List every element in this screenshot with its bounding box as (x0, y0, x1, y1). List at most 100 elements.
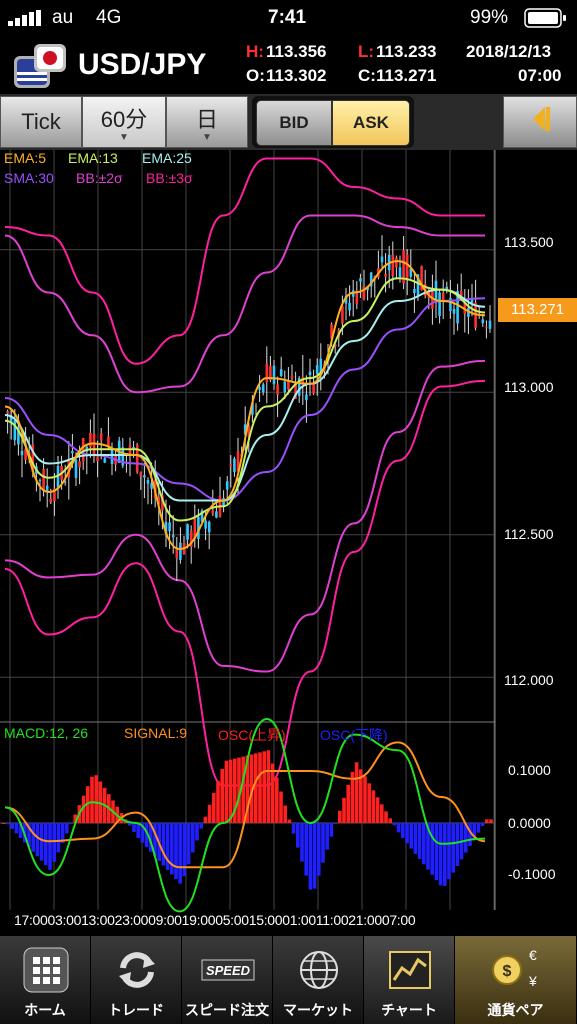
time-axis-labels: 17:0003:0013:0023:0009:0019:0005:0015:00… (14, 912, 416, 928)
close-value: 113.271 (376, 66, 437, 85)
bid-button[interactable]: BID (256, 100, 332, 146)
osc-bar (31, 823, 35, 852)
osc-bar (333, 823, 338, 824)
tab-chart[interactable]: チャート (364, 936, 455, 1024)
day-label: 日 (195, 107, 218, 132)
candle-body (42, 468, 45, 492)
candle-body (215, 511, 218, 518)
legend-bb3: BB:±3σ (146, 170, 193, 186)
osc-bar (191, 823, 195, 853)
globe-icon (295, 946, 343, 994)
price-tick: 113.500 (504, 234, 554, 250)
network-label: 4G (96, 7, 122, 28)
tick-button[interactable]: Tick (0, 96, 82, 148)
tab-speed-label: スピード注文 (185, 1002, 269, 1018)
osc-bar (443, 823, 447, 886)
candle-body (395, 257, 398, 268)
osc-bar (14, 823, 19, 834)
osc-bar (6, 823, 10, 825)
osc-bar (384, 811, 388, 823)
tab-trade-label: トレード (108, 1002, 164, 1018)
candle-body (6, 411, 9, 414)
candle-body (413, 288, 416, 294)
candle-body (290, 375, 294, 379)
battery-icon (524, 8, 568, 33)
candle-body (38, 480, 42, 482)
day-button[interactable]: 日 ▼ (166, 96, 248, 148)
osc-bar (258, 752, 262, 823)
osc-bar (304, 823, 308, 876)
candle-body (96, 456, 99, 462)
tab-home-label: ホーム (24, 1002, 66, 1018)
osc-bar (371, 790, 376, 823)
candle-body (78, 461, 81, 468)
ask-button[interactable]: ASK (332, 100, 410, 146)
candle-body (207, 521, 211, 533)
candle-body (452, 309, 456, 314)
osc-bar (434, 823, 439, 881)
candle-body (229, 463, 233, 466)
osc-bar (321, 823, 325, 863)
candle-body (20, 450, 24, 456)
candle-body (225, 481, 229, 490)
legend-ema25: EMA:25 (142, 150, 192, 166)
osc-bar (241, 756, 245, 823)
candle-body (107, 436, 110, 447)
signal-legend: SIGNAL:9 (124, 725, 188, 741)
osc-bar (485, 819, 489, 823)
quote-date: 2018/12/13 (466, 42, 552, 61)
candle-body (348, 303, 351, 311)
tab-home[interactable]: ホーム (0, 936, 91, 1024)
price-tick: 112.500 (504, 526, 554, 542)
clock: 7:41 (268, 7, 307, 28)
candle-body (168, 522, 171, 532)
osc-bar (380, 804, 384, 823)
osc-bar (52, 823, 56, 862)
price-chart[interactable] (0, 150, 577, 936)
60min-button[interactable]: 60分 ▼ (82, 96, 166, 148)
osc-bar (199, 823, 203, 829)
osc-bar (405, 823, 409, 844)
osc-bar (480, 823, 485, 827)
osc-bar (308, 823, 313, 890)
dropdown-arrow-icon: ▼ (202, 132, 212, 143)
candle-body (405, 254, 409, 279)
tab-speed-order[interactable]: SPEED スピード注文 (182, 936, 273, 1024)
candle-body (485, 326, 488, 328)
osc-bar (401, 823, 405, 839)
osc-bar (317, 823, 321, 876)
osc-bar (275, 777, 279, 823)
candle-body (171, 535, 175, 538)
osc-bar (338, 810, 342, 823)
candle-body (279, 369, 283, 376)
tab-trade[interactable]: トレード (91, 936, 182, 1024)
bb2-upper-line (4, 214, 485, 394)
ema13-line (4, 277, 486, 522)
osc-bar (262, 751, 266, 823)
osc-bar (136, 823, 140, 839)
osc-bar (254, 753, 258, 823)
osc-bar (363, 776, 367, 823)
osc-bar (451, 823, 455, 873)
osc-bar (329, 823, 334, 837)
osc-bar (291, 823, 296, 834)
candle-body (139, 472, 143, 477)
osc-bar (346, 784, 350, 823)
candle-body (258, 387, 261, 390)
osc-bar (375, 797, 380, 823)
battery-percent: 99% (470, 7, 509, 28)
candle-body (312, 383, 315, 394)
candle-body (71, 451, 74, 454)
osc-bar (354, 762, 359, 823)
tab-market[interactable]: マーケット (273, 936, 364, 1024)
candle-body (391, 254, 395, 276)
osc-bar (186, 823, 191, 865)
chart-area[interactable]: EMA:5 EMA:13 EMA:25 SMA:30 BB:±2σ BB:±3σ… (0, 150, 577, 936)
tab-currency-pair[interactable]: $ € ¥ 通貨ペア (455, 936, 577, 1024)
candle-body (89, 432, 92, 448)
panel-toggle-button[interactable] (503, 96, 577, 148)
osc-bar (207, 804, 212, 823)
tab-bar: ホーム トレード SPEED スピード注文 マーケット チャート $ € ¥ 通貨ペ… (0, 936, 577, 1024)
candle-body (265, 363, 269, 383)
pair-title: USD/JPY (78, 48, 207, 81)
